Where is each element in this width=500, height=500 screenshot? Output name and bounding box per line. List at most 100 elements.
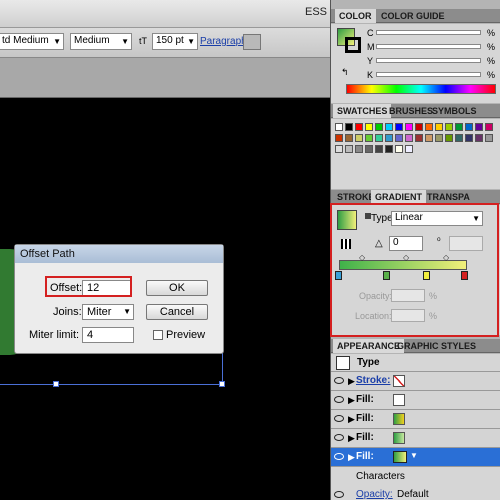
reverse-gradient-icon[interactable] — [341, 239, 351, 249]
align-center-button[interactable] — [265, 34, 283, 50]
slider-m[interactable] — [376, 44, 481, 49]
color-swatch[interactable] — [385, 123, 393, 131]
midpoint-diamond[interactable]: ◇ — [443, 253, 449, 262]
color-swatch[interactable] — [415, 123, 423, 131]
color-swatch[interactable] — [375, 134, 383, 142]
joins-dropdown[interactable]: Miter ▼ — [82, 304, 134, 320]
color-swatch[interactable] — [475, 134, 483, 142]
align-left-button[interactable] — [243, 34, 261, 50]
color-swatch[interactable] — [415, 134, 423, 142]
midpoint-diamond[interactable]: ◇ — [403, 253, 409, 262]
gradient-stop[interactable] — [383, 271, 390, 280]
color-swatch[interactable] — [465, 123, 473, 131]
appearance-row-fill[interactable]: ▶ Fill: — [331, 429, 500, 448]
color-swatch[interactable] — [385, 145, 393, 153]
location-input[interactable] — [391, 309, 425, 322]
color-swatch[interactable] — [485, 134, 493, 142]
gradient-stop[interactable] — [335, 271, 342, 280]
tab-swatches[interactable]: SWATCHES — [333, 104, 392, 118]
ok-button[interactable]: OK — [146, 280, 208, 296]
envelope-icon[interactable] — [310, 34, 328, 50]
fill-swatch-gradient[interactable] — [393, 413, 405, 425]
color-swatch[interactable] — [475, 123, 483, 131]
color-swatch[interactable] — [455, 134, 463, 142]
tab-color[interactable]: COLOR — [335, 9, 376, 23]
disclosure-triangle-icon[interactable]: ▶ — [348, 433, 355, 444]
color-swatch[interactable] — [335, 134, 343, 142]
tab-transparency[interactable]: TRANSPA — [423, 190, 474, 204]
miter-limit-input[interactable]: 4 — [82, 327, 134, 343]
visibility-eye-icon[interactable] — [334, 453, 344, 460]
gradient-stop[interactable] — [423, 271, 430, 280]
slider-c[interactable] — [376, 30, 481, 35]
chevron-down-icon[interactable]: ▼ — [410, 451, 418, 460]
color-swatch[interactable] — [425, 134, 433, 142]
opacity-link[interactable]: Opacity: — [356, 489, 393, 500]
color-swatch[interactable] — [395, 123, 403, 131]
slider-k[interactable] — [376, 72, 481, 77]
appearance-row-fill[interactable]: ▶ Fill: — [331, 410, 500, 429]
color-swatch[interactable] — [335, 145, 343, 153]
color-swatch[interactable] — [375, 145, 383, 153]
characters-label[interactable]: Characters — [356, 471, 405, 482]
aspect-ratio-input[interactable] — [449, 236, 483, 251]
color-spectrum[interactable] — [346, 84, 496, 94]
tab-color-guide[interactable]: COLOR GUIDE — [377, 9, 449, 23]
color-swatch[interactable] — [455, 123, 463, 131]
gradient-thumbnail[interactable] — [337, 210, 357, 230]
color-swatch[interactable] — [345, 134, 353, 142]
disclosure-triangle-icon[interactable]: ▶ — [348, 376, 355, 387]
opacity-input[interactable] — [391, 289, 425, 302]
color-swatch[interactable] — [425, 123, 433, 131]
color-swatch[interactable] — [355, 123, 363, 131]
color-swatch[interactable] — [345, 123, 353, 131]
color-swatch[interactable] — [445, 123, 453, 131]
font-style-dropdown[interactable]: td Medium ▼ — [0, 33, 64, 50]
color-swatch[interactable] — [355, 145, 363, 153]
visibility-eye-icon[interactable] — [334, 377, 344, 384]
visibility-eye-icon[interactable] — [334, 434, 344, 441]
stroke-none-swatch[interactable] — [393, 375, 405, 387]
visibility-eye-icon[interactable] — [334, 415, 344, 422]
selection-handle[interactable] — [53, 381, 59, 387]
fill-swatch-gradient[interactable] — [393, 432, 405, 444]
fill-swatch-white[interactable] — [393, 394, 405, 406]
color-swatch[interactable] — [405, 145, 413, 153]
color-swatch[interactable] — [385, 134, 393, 142]
appearance-row-fill-selected[interactable]: ▶ Fill: ▼ — [331, 448, 500, 467]
appearance-row-stroke[interactable]: ▶ Stroke: — [331, 372, 500, 391]
color-swatch[interactable] — [465, 134, 473, 142]
disclosure-triangle-icon[interactable]: ▶ — [348, 414, 355, 425]
color-swatch[interactable] — [335, 123, 343, 131]
visibility-eye-icon[interactable] — [334, 491, 344, 498]
slider-y[interactable] — [376, 58, 481, 63]
color-swatch[interactable] — [395, 145, 403, 153]
color-swatch[interactable] — [405, 123, 413, 131]
fill-swatch-gradient[interactable] — [393, 451, 407, 463]
disclosure-triangle-icon[interactable]: ▶ — [348, 452, 355, 463]
color-swatch[interactable] — [435, 134, 443, 142]
stroke-swatch[interactable] — [345, 37, 361, 53]
color-swatch[interactable] — [405, 134, 413, 142]
midpoint-diamond[interactable]: ◇ — [359, 253, 365, 262]
cancel-button[interactable]: Cancel — [146, 304, 208, 320]
offset-input[interactable]: 12 — [82, 280, 132, 296]
stroke-label[interactable]: Stroke: — [356, 375, 390, 386]
tab-graphic-styles[interactable]: GRAPHIC STYLES — [393, 339, 480, 353]
font-weight-dropdown[interactable]: Medium ▼ — [70, 33, 132, 50]
angle-input[interactable]: 0 — [389, 236, 423, 251]
visibility-eye-icon[interactable] — [334, 396, 344, 403]
color-swatch[interactable] — [365, 123, 373, 131]
appearance-row-fill[interactable]: ▶ Fill: — [331, 391, 500, 410]
color-swatch[interactable] — [395, 134, 403, 142]
font-size-dropdown[interactable]: 150 pt ▼ — [152, 33, 198, 50]
color-swatch[interactable] — [345, 145, 353, 153]
color-swatch[interactable] — [435, 123, 443, 131]
align-right-button[interactable] — [287, 34, 305, 50]
gradient-type-dropdown[interactable]: Linear ▼ — [391, 211, 483, 226]
preview-checkbox[interactable] — [153, 330, 163, 340]
color-swatch[interactable] — [445, 134, 453, 142]
swap-icon[interactable]: ↰ — [341, 67, 349, 78]
color-swatch[interactable] — [365, 145, 373, 153]
color-swatch[interactable] — [485, 123, 493, 131]
